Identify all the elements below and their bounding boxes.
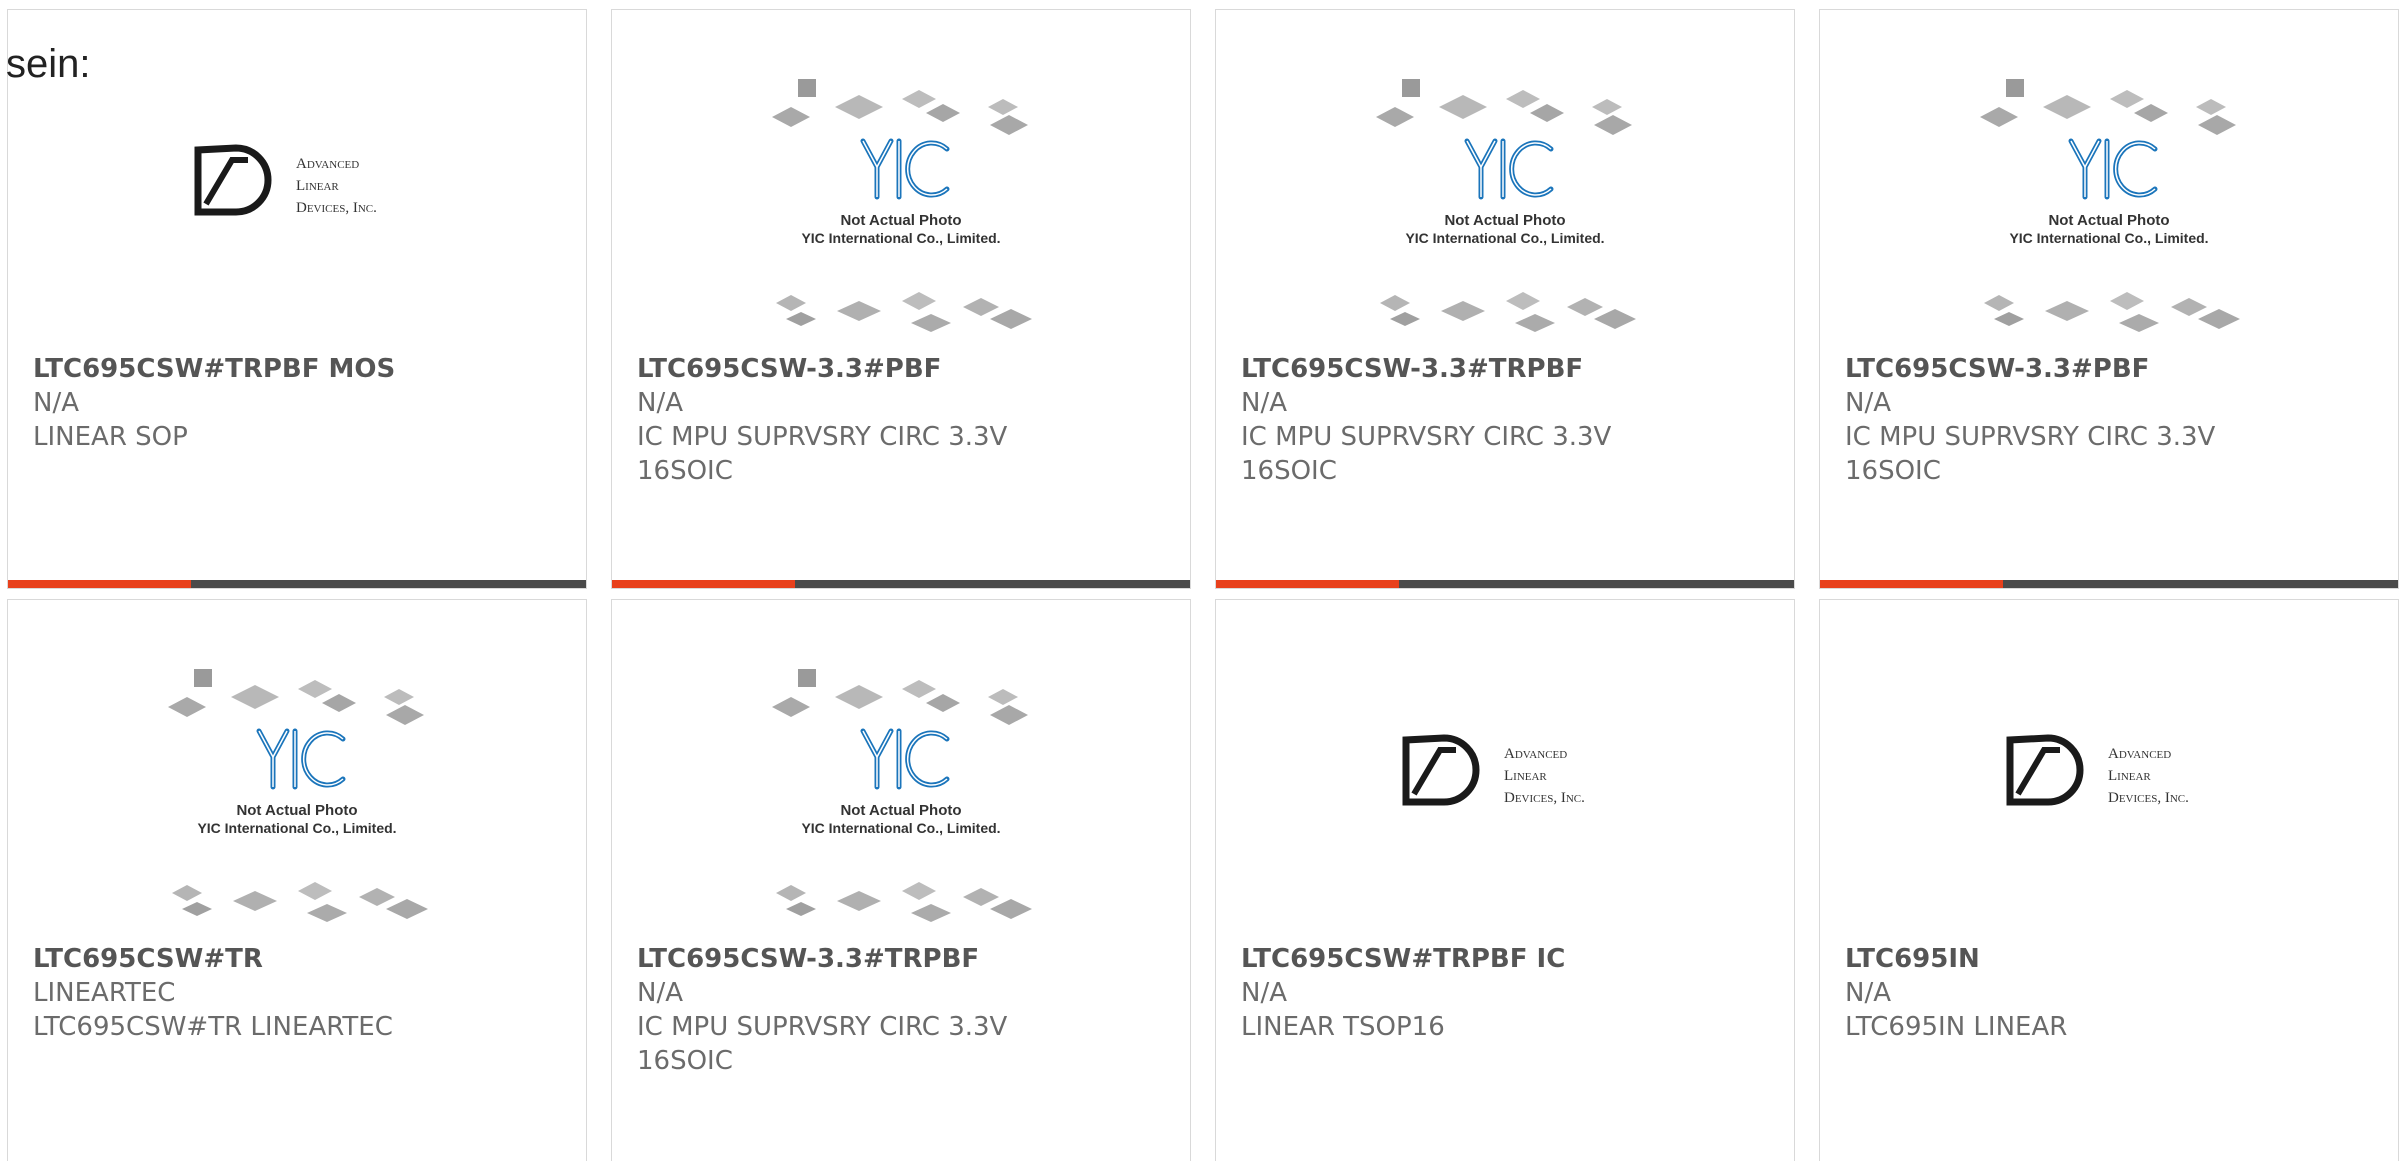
manufacturer: N/A [1845,388,1891,418]
product-card[interactable]: Not Actual Photo YIC International Co., L… [611,9,1191,589]
yic-placeholder-image: Not Actual PhotoYIC International Co., L… [772,669,1032,922]
manufacturer: N/A [1241,388,1287,418]
brand-line-1: Advanced [2108,746,2171,762]
description-line-2: 16SOIC [637,1046,733,1076]
description: LINEAR TSOP16 [1241,1012,1445,1042]
description: IC MPU SUPRVSRY CIRC 3.3V [637,1012,1008,1042]
brand-line-2: Linear [1504,768,1547,784]
product-image[interactable]: Not Actual Photo YIC International Co., L… [8,650,586,940]
photo-disclaimer: Not Actual Photo [236,802,357,819]
description: LTC695IN LINEAR [1845,1012,2068,1042]
part-number[interactable]: LTC695CSW#TRPBF IC [1241,942,1661,976]
manufacturer: LINEARTEC [33,978,176,1008]
brand-line-2: Linear [2108,768,2151,784]
brand-line-3: Devices, Inc. [1504,790,1585,806]
part-number[interactable]: LTC695CSW#TRPBF MOS [33,352,453,386]
product-card[interactable]: Not Actual Photo YIC International Co., L… [611,599,1191,1161]
part-number[interactable]: LTC695CSW-3.3#PBF [637,352,1057,386]
product-card[interactable]: Advanced Linear Devices, Inc. LTC695CSW#TR… [7,9,587,589]
product-grid: Advanced Linear Devices, Inc. LTC695CSW#TR… [7,9,2399,1161]
manufacturer: N/A [33,388,79,418]
part-number[interactable]: LTC695CSW-3.3#TRPBF [637,942,1057,976]
accent-segment [1820,580,2003,588]
card-accent-bar [8,580,586,588]
part-number[interactable]: LTC695IN [1845,942,2265,976]
photo-disclaimer: Not Actual Photo [840,212,961,229]
part-number[interactable]: LTC695CSW#TR [33,942,453,976]
product-image[interactable]: Advanced Linear Devices, Inc. [1216,600,1794,820]
brand-line-3: Devices, Inc. [296,200,377,216]
accent-segment [1216,580,1399,588]
description: IC MPU SUPRVSRY CIRC 3.3V [1241,422,1612,452]
photo-credit: YIC International Co., Limited. [197,820,396,836]
product-card[interactable]: Not Actual Photo YIC International Co., L… [1215,9,1795,589]
page: Advanced Linear Devices, Inc. LTC695CSW#TR… [0,0,2400,1161]
photo-disclaimer: Not Actual Photo [1444,212,1565,229]
photo-disclaimer: Not Actual Photo [2048,212,2169,229]
description: LINEAR SOP [33,422,188,452]
description-line-2: 16SOIC [1241,456,1337,486]
product-card[interactable]: Advanced Linear Devices, Inc. LTC695IN N/A… [1819,599,2399,1161]
part-number[interactable]: LTC695CSW-3.3#TRPBF [1241,352,1661,386]
adi-logo-image: Advanced Linear Devices, Inc. [194,144,377,216]
product-image[interactable]: Not Actual Photo YIC International Co., L… [612,650,1190,940]
manufacturer: N/A [637,978,683,1008]
yic-placeholder-image: Not Actual PhotoYIC International Co., L… [1376,79,1636,332]
card-accent-bar [612,580,1190,588]
yic-placeholder-image: Not Actual PhotoYIC International Co., L… [772,79,1032,332]
description: IC MPU SUPRVSRY CIRC 3.3V [637,422,1008,452]
adi-logo-image: Advanced Linear Devices, Inc. [1402,734,1585,806]
description: IC MPU SUPRVSRY CIRC 3.3V [1845,422,2216,452]
brand-line-3: Devices, Inc. [2108,790,2189,806]
product-card[interactable]: Advanced Linear Devices, Inc. LTC695CSW#TR… [1215,599,1795,1161]
manufacturer: N/A [637,388,683,418]
photo-credit: YIC International Co., Limited. [2009,230,2208,246]
accent-segment [8,580,191,588]
adi-logo [194,144,272,216]
card-accent-bar [1216,580,1794,588]
product-image[interactable]: Not Actual Photo YIC International Co., L… [1216,60,1794,350]
intro-text: sein: [6,42,91,86]
yic-placeholder-image: Not Actual PhotoYIC International Co., L… [1980,79,2240,332]
photo-disclaimer: Not Actual Photo [840,802,961,819]
description: LTC695CSW#TR LINEARTEC [33,1012,393,1042]
photo-credit: YIC International Co., Limited. [1405,230,1604,246]
manufacturer: N/A [1845,978,1891,1008]
yic-placeholder-image: Not Actual PhotoYIC International Co., L… [168,669,428,922]
product-card[interactable]: Not Actual Photo YIC International Co., L… [1819,9,2399,589]
adi-logo-image: Advanced Linear Devices, Inc. [2006,734,2189,806]
adi-logo [1402,734,1480,806]
part-number[interactable]: LTC695CSW-3.3#PBF [1845,352,2265,386]
photo-credit: YIC International Co., Limited. [801,820,1000,836]
adi-logo [2006,734,2084,806]
brand-line-1: Advanced [1504,746,1567,762]
card-accent-bar [1820,580,2398,588]
product-image[interactable]: Advanced Linear Devices, Inc. [8,10,586,230]
description-line-2: 16SOIC [1845,456,1941,486]
product-image[interactable]: Not Actual Photo YIC International Co., L… [1820,60,2398,350]
product-image[interactable]: Not Actual Photo YIC International Co., L… [612,60,1190,350]
accent-segment [612,580,795,588]
brand-line-2: Linear [296,178,339,194]
brand-line-1: Advanced [296,156,359,172]
photo-credit: YIC International Co., Limited. [801,230,1000,246]
description-line-2: 16SOIC [637,456,733,486]
product-image[interactable]: Advanced Linear Devices, Inc. [1820,600,2398,820]
manufacturer: N/A [1241,978,1287,1008]
product-card[interactable]: Not Actual Photo YIC International Co., L… [7,599,587,1161]
